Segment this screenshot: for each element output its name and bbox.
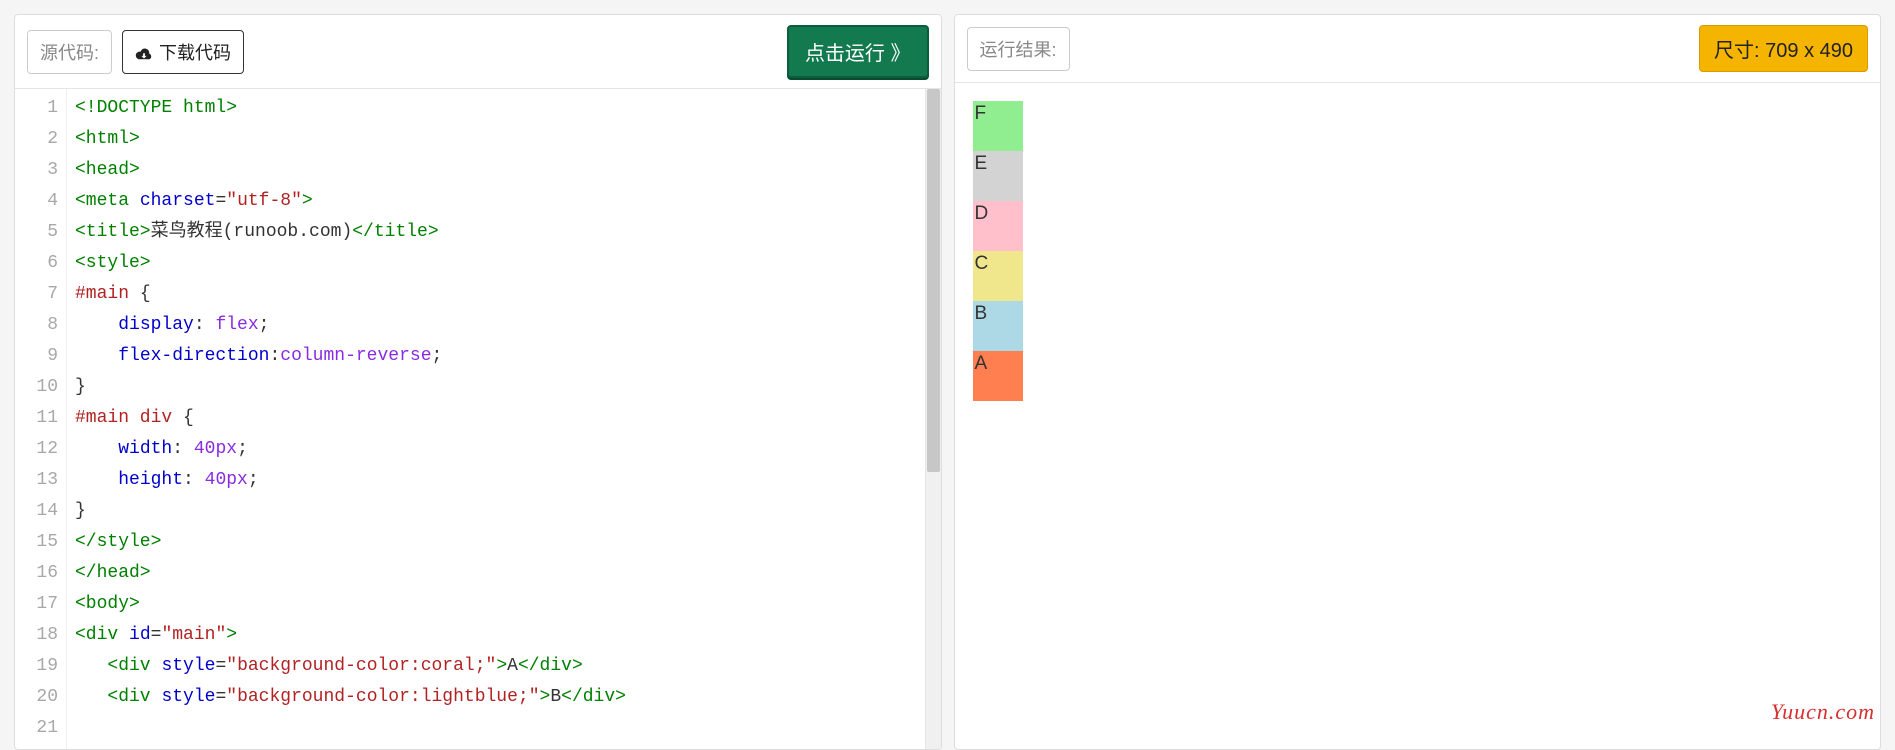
code-line[interactable]: </style> <box>75 527 933 558</box>
flex-box: A <box>973 351 1023 401</box>
flex-box: D <box>973 201 1023 251</box>
code-line[interactable]: <title>菜鸟教程(runoob.com)</title> <box>75 217 933 248</box>
source-panel: 源代码: 下载代码 点击运行 》 12345678910111213141516… <box>14 14 942 750</box>
code-line[interactable]: } <box>75 496 933 527</box>
code-line[interactable]: <!DOCTYPE html> <box>75 93 933 124</box>
line-number: 8 <box>15 310 58 341</box>
line-number: 1 <box>15 93 58 124</box>
run-button[interactable]: 点击运行 》 <box>787 25 929 78</box>
flex-box: E <box>973 151 1023 201</box>
line-number: 4 <box>15 186 58 217</box>
cloud-download-icon <box>135 45 153 59</box>
line-number: 9 <box>15 341 58 372</box>
code-line[interactable]: <html> <box>75 124 933 155</box>
scrollbar-track[interactable] <box>925 89 941 749</box>
flex-box: B <box>973 301 1023 351</box>
line-number: 5 <box>15 217 58 248</box>
code-line[interactable]: </head> <box>75 558 933 589</box>
line-number: 15 <box>15 527 58 558</box>
flex-box: C <box>973 251 1023 301</box>
code-line[interactable]: #main div { <box>75 403 933 434</box>
line-number: 12 <box>15 434 58 465</box>
code-editor[interactable]: 12345678910111213141516171819202122 <!DO… <box>15 89 941 749</box>
line-number: 20 <box>15 682 58 713</box>
code-line[interactable]: <div id="main"> <box>75 620 933 651</box>
code-line[interactable]: <body> <box>75 589 933 620</box>
result-panel-head: 运行结果: 尺寸: 709 x 490 <box>955 15 1881 83</box>
flex-main: ABCDEF <box>973 101 1023 401</box>
watermark: Yuucn.com <box>1771 699 1875 725</box>
line-number: 10 <box>15 372 58 403</box>
line-number: 21 <box>15 713 58 744</box>
scrollbar-thumb[interactable] <box>927 89 940 472</box>
line-number: 2 <box>15 124 58 155</box>
line-number: 14 <box>15 496 58 527</box>
code-line[interactable]: <div style="background-color:lightblue;"… <box>75 682 933 713</box>
result-panel: 运行结果: 尺寸: 709 x 490 ABCDEF <box>954 14 1882 750</box>
code-line[interactable]: height: 40px; <box>75 465 933 496</box>
result-area: ABCDEF <box>955 83 1881 743</box>
code-line[interactable]: flex-direction:column-reverse; <box>75 341 933 372</box>
code-line[interactable]: display: flex; <box>75 310 933 341</box>
code-line[interactable]: #main { <box>75 279 933 310</box>
line-number: 7 <box>15 279 58 310</box>
line-number: 18 <box>15 620 58 651</box>
code-area[interactable]: <!DOCTYPE html><html><head><meta charset… <box>67 89 941 749</box>
source-panel-head: 源代码: 下载代码 点击运行 》 <box>15 15 941 89</box>
line-number: 11 <box>15 403 58 434</box>
line-gutter: 12345678910111213141516171819202122 <box>15 89 67 749</box>
size-indicator: 尺寸: 709 x 490 <box>1699 25 1868 72</box>
download-button[interactable]: 下载代码 <box>122 30 244 74</box>
code-line[interactable]: <head> <box>75 155 933 186</box>
code-line[interactable]: <meta charset="utf-8"> <box>75 186 933 217</box>
line-number: 22 <box>15 744 58 750</box>
code-line[interactable]: } <box>75 372 933 403</box>
source-label: 源代码: <box>27 30 112 74</box>
code-line[interactable]: width: 40px; <box>75 434 933 465</box>
download-label: 下载代码 <box>159 39 231 65</box>
code-line[interactable]: <div style="background-color:coral;">A</… <box>75 651 933 682</box>
line-number: 17 <box>15 589 58 620</box>
line-number: 13 <box>15 465 58 496</box>
code-line[interactable]: <style> <box>75 248 933 279</box>
line-number: 6 <box>15 248 58 279</box>
result-label: 运行结果: <box>967 27 1070 71</box>
flex-box: F <box>973 101 1023 151</box>
line-number: 16 <box>15 558 58 589</box>
line-number: 3 <box>15 155 58 186</box>
line-number: 19 <box>15 651 58 682</box>
